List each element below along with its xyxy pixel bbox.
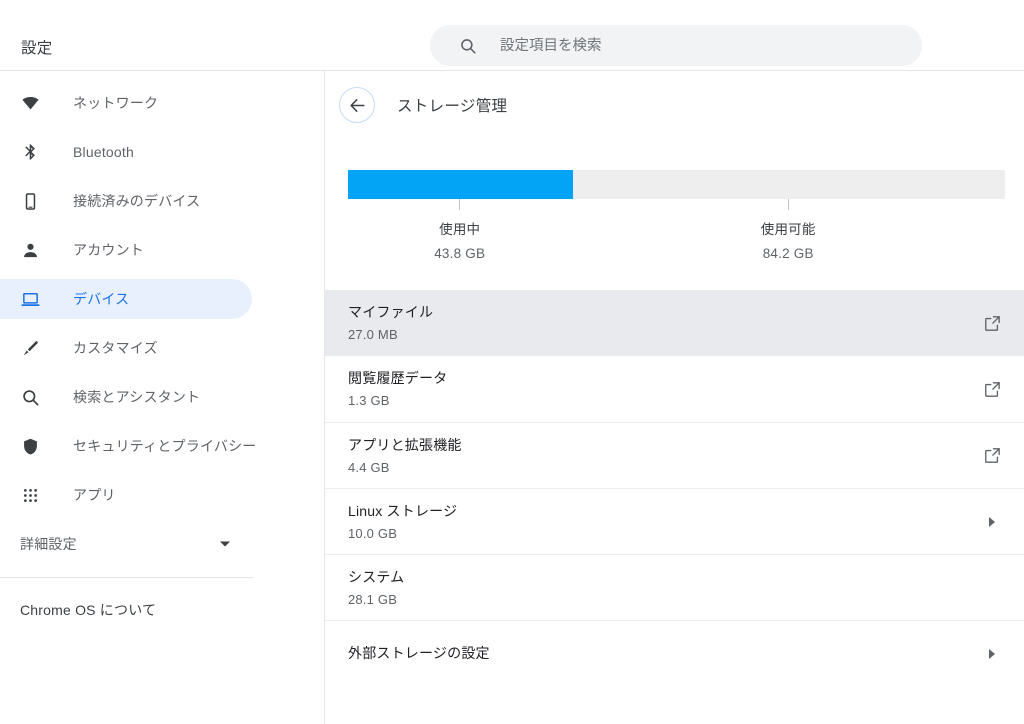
storage-item-size: 4.4 GB xyxy=(348,459,390,475)
storage-item-size: 28.1 GB xyxy=(348,591,398,607)
sidebar-divider xyxy=(0,577,254,578)
sidebar-item-label: 接続済みのデバイス xyxy=(73,193,201,209)
storage-bar-legend: 使用中 43.8 GB 使用可能 84.2 GB xyxy=(348,199,1005,271)
sidebar-item-label: Chrome OS について xyxy=(20,602,157,618)
storage-item-list: マイファイル 27.0 MB 閲覧履歴データ 1.3 GB アプリと拡張機能 4.4 GB… xyxy=(325,290,1024,686)
storage-bar-used-fill xyxy=(348,170,573,199)
sidebar-item-label: 検索とアシスタント xyxy=(73,389,201,405)
sidebar-item-personalization[interactable]: カスタマイズ xyxy=(0,328,252,368)
search-input[interactable] xyxy=(500,25,902,66)
storage-item-size: 27.0 MB xyxy=(348,327,398,342)
storage-item-text: Linux ストレージ 10.0 GB xyxy=(348,502,980,542)
storage-item-row[interactable]: Linux ストレージ 10.0 GB xyxy=(325,488,1024,554)
open-in-new-icon[interactable] xyxy=(980,444,1004,468)
chevron-right-icon[interactable] xyxy=(980,510,1004,534)
sidebar-item-connected-devices[interactable]: 接続済みのデバイス xyxy=(0,181,252,221)
page-header: ストレージ管理 xyxy=(325,71,1024,139)
sidebar-item-bluetooth[interactable]: Bluetooth xyxy=(0,132,252,172)
storage-item-title: Linux ストレージ xyxy=(348,502,458,519)
storage-item-title: マイファイル xyxy=(348,304,434,320)
storage-item-row[interactable]: マイファイル 27.0 MB xyxy=(325,290,1024,356)
sidebar-item-label: ネットワーク xyxy=(73,95,159,111)
sidebar-item-label: デバイス xyxy=(73,291,130,307)
sidebar-item-accounts[interactable]: アカウント xyxy=(0,230,252,270)
legend-available: 使用可能 84.2 GB xyxy=(708,199,868,261)
storage-item-title: アプリと拡張機能 xyxy=(348,436,462,453)
sidebar-item-label: カスタマイズ xyxy=(73,340,158,356)
storage-item-text: アプリと拡張機能 4.4 GB xyxy=(348,436,980,476)
legend-used: 使用中 43.8 GB xyxy=(380,199,540,261)
storage-bar xyxy=(348,170,1005,199)
open-in-new-icon[interactable] xyxy=(980,377,1004,401)
sidebar-item-label: セキュリティとプライバシー xyxy=(73,438,257,454)
sidebar-item-security-privacy[interactable]: セキュリティとプライバシー xyxy=(0,426,256,466)
storage-item-size: 1.3 GB xyxy=(348,393,390,408)
legend-value: 84.2 GB xyxy=(762,246,814,261)
legend-tick xyxy=(459,199,461,210)
page-title: ストレージ管理 xyxy=(397,98,508,115)
storage-item-row[interactable]: アプリと拡張機能 4.4 GB xyxy=(325,422,1024,488)
search-box[interactable] xyxy=(430,25,922,66)
storage-item-title: 外部ストレージの設定 xyxy=(348,645,490,661)
legend-label: 使用中 xyxy=(439,222,481,237)
storage-item-title: システム xyxy=(348,568,405,585)
legend-value: 43.8 GB xyxy=(434,246,486,261)
sidebar-item-apps[interactable]: アプリ xyxy=(0,475,252,515)
open-in-new-icon[interactable] xyxy=(980,311,1004,335)
app-title: 設定 xyxy=(21,40,53,57)
sidebar-item-search-assistant[interactable]: 検索とアシスタント xyxy=(0,377,252,417)
arrow-back-icon xyxy=(348,96,367,115)
top-bar: 設定 xyxy=(0,0,1024,71)
sidebar-item-label: Bluetooth xyxy=(73,144,134,160)
sidebar-item-advanced[interactable]: 詳細設定 xyxy=(0,524,252,564)
storage-item-text: マイファイル 27.0 MB xyxy=(348,303,980,343)
sidebar-item-about-chromeos[interactable]: Chrome OS について xyxy=(0,590,324,630)
chevron-right-icon[interactable] xyxy=(980,642,1004,666)
search-icon xyxy=(459,37,477,55)
storage-item-no-action xyxy=(980,576,1004,600)
back-button[interactable] xyxy=(339,87,375,123)
storage-item-row[interactable]: 外部ストレージの設定 xyxy=(325,620,1024,686)
apps-grid-icon xyxy=(20,485,40,505)
sidebar-item-network[interactable]: ネットワーク xyxy=(0,83,252,123)
sidebar-item-label: アプリ xyxy=(73,487,116,503)
wifi-icon xyxy=(20,93,40,113)
brush-icon xyxy=(20,338,40,358)
legend-label: 使用可能 xyxy=(760,222,816,237)
laptop-icon xyxy=(20,289,40,309)
storage-item-row[interactable]: システム 28.1 GB xyxy=(325,554,1024,620)
sidebar-item-device[interactable]: デバイス xyxy=(0,279,252,319)
storage-item-text: システム 28.1 GB xyxy=(348,568,980,608)
storage-item-text: 外部ストレージの設定 xyxy=(348,644,980,663)
shield-icon xyxy=(20,436,40,456)
sidebar-item-label: 詳細設定 xyxy=(20,536,77,552)
chevron-down-icon xyxy=(220,541,230,547)
bluetooth-icon xyxy=(20,142,40,162)
storage-meter-section: 使用中 43.8 GB 使用可能 84.2 GB xyxy=(325,139,1024,271)
storage-item-size: 10.0 GB xyxy=(348,525,398,541)
sidebar-item-label: アカウント xyxy=(73,242,144,258)
phone-icon xyxy=(20,191,40,211)
storage-item-title: 閲覧履歴データ xyxy=(348,370,448,386)
sidebar: ネットワーク Bluetooth 接続済みのデバイス アカウント デバイス カス… xyxy=(0,71,325,724)
search-icon xyxy=(20,387,40,407)
main-content: ストレージ管理 使用中 43.8 GB 使用可能 84.2 GB マイファイル 2… xyxy=(325,71,1024,724)
legend-tick xyxy=(787,199,789,210)
storage-item-text: 閲覧履歴データ 1.3 GB xyxy=(348,369,980,409)
storage-item-row[interactable]: 閲覧履歴データ 1.3 GB xyxy=(325,356,1024,422)
person-icon xyxy=(20,240,40,260)
